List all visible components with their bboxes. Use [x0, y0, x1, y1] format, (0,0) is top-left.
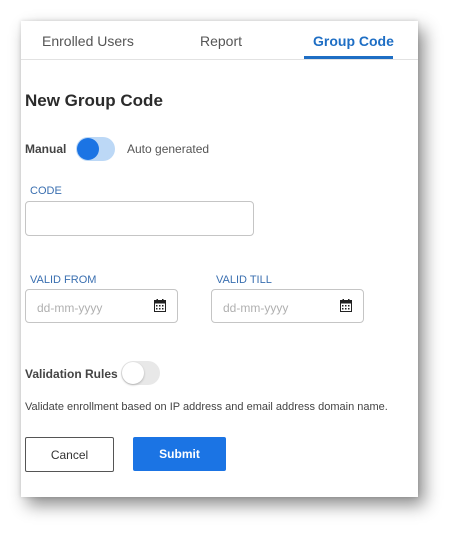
manual-label: Manual [25, 142, 67, 156]
valid-till-label: VALID TILL [216, 274, 272, 286]
cancel-button[interactable]: Cancel [25, 437, 114, 472]
toggle-knob [77, 138, 99, 160]
calendar-icon[interactable] [154, 299, 166, 312]
code-input[interactable] [25, 201, 254, 236]
tab-group-code[interactable]: Group Code [313, 33, 394, 49]
group-code-panel: Enrolled Users Report Group Code New Gro… [21, 21, 418, 497]
valid-from-label: VALID FROM [30, 274, 97, 286]
code-label: CODE [30, 185, 62, 197]
code-mode-toggle[interactable] [76, 137, 115, 161]
active-tab-indicator [304, 56, 393, 59]
tab-report[interactable]: Report [200, 33, 242, 49]
tab-bar: Enrolled Users Report Group Code [21, 21, 418, 60]
toggle-knob [122, 362, 144, 384]
validation-rules-label: Validation Rules [25, 367, 118, 381]
valid-till-placeholder: dd-mm-yyyy [223, 301, 289, 315]
valid-from-placeholder: dd-mm-yyyy [37, 301, 103, 315]
valid-from-date-input[interactable]: dd-mm-yyyy [25, 289, 178, 323]
tab-enrolled-users[interactable]: Enrolled Users [42, 33, 134, 49]
calendar-icon[interactable] [340, 299, 352, 312]
validation-description: Validate enrollment based on IP address … [25, 401, 388, 413]
valid-till-date-input[interactable]: dd-mm-yyyy [211, 289, 364, 323]
submit-button[interactable]: Submit [133, 437, 226, 471]
page-title: New Group Code [25, 91, 163, 110]
auto-generated-label: Auto generated [127, 142, 210, 156]
validation-rules-toggle[interactable] [121, 361, 160, 385]
